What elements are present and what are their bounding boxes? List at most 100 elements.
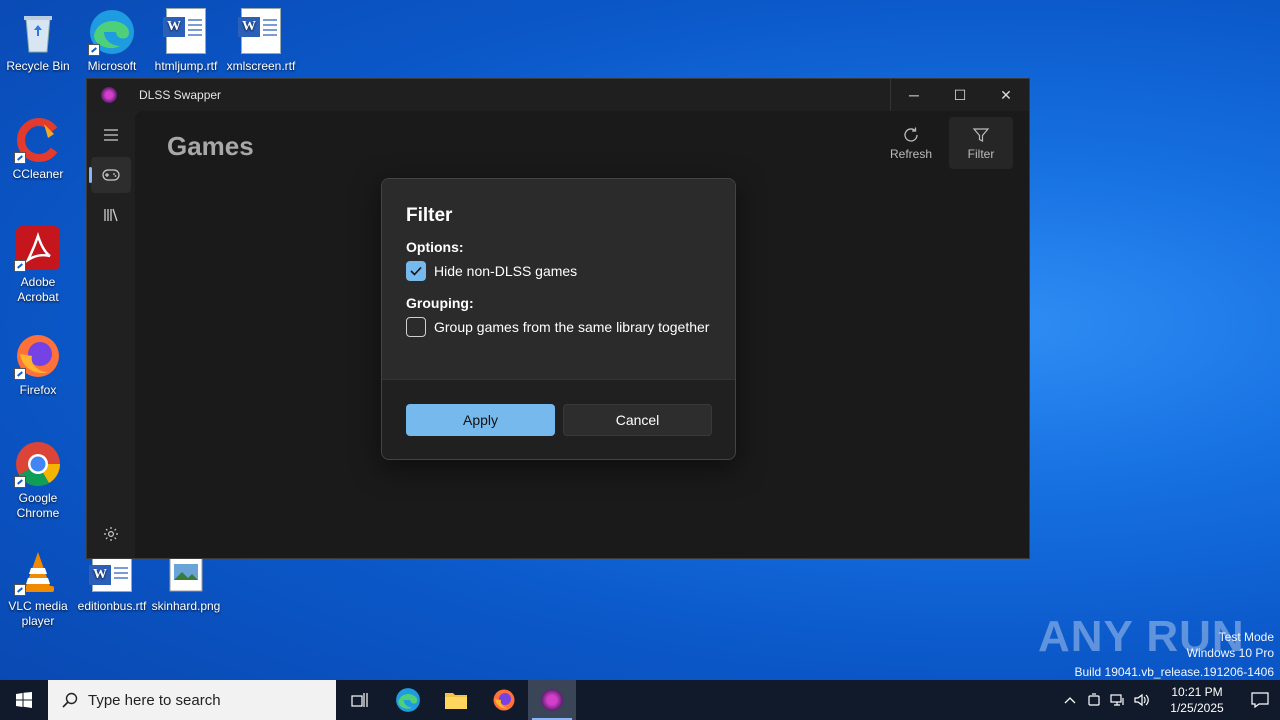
taskbar-search-box[interactable]: Type here to search xyxy=(48,680,336,720)
desktop-icon-label: Google Chrome xyxy=(16,491,60,520)
tray-app-button[interactable] xyxy=(1082,693,1106,707)
chevron-up-icon xyxy=(1064,697,1076,704)
chrome-icon xyxy=(14,440,62,488)
desktop-icon-vlc[interactable]: VLC media player xyxy=(0,548,76,629)
notification-icon xyxy=(1251,692,1269,708)
filter-label: Filter xyxy=(967,146,995,161)
start-button[interactable] xyxy=(0,680,48,720)
refresh-label: Refresh xyxy=(889,146,933,161)
taskbar-firefox[interactable] xyxy=(480,680,528,720)
desktop-icon-editionbus[interactable]: W editionbus.rtf xyxy=(74,556,150,614)
desktop-icon-recycle-bin[interactable]: Recycle Bin xyxy=(0,8,76,74)
desktop-icon-htmljump[interactable]: W htmljump.rtf xyxy=(148,8,224,74)
folder-icon xyxy=(445,693,467,709)
clock-date: 1/25/2025 xyxy=(1170,701,1224,715)
desktop-icon-label: Recycle Bin xyxy=(6,59,70,73)
firefox-icon xyxy=(493,689,515,711)
hamburger-menu-button[interactable] xyxy=(91,117,131,153)
grouping-label: Grouping: xyxy=(406,295,474,311)
action-center-button[interactable] xyxy=(1240,692,1280,708)
image-file-icon xyxy=(162,556,210,596)
refresh-button[interactable]: Refresh xyxy=(879,117,943,169)
word-document-icon: W xyxy=(162,8,210,56)
desktop-icon-label: VLC media player xyxy=(8,599,68,628)
group-library-checkbox[interactable] xyxy=(406,317,426,337)
window-controls: ─ ☐ ✕ xyxy=(890,79,1029,111)
taskbar-clock[interactable]: 10:21 PM 1/25/2025 xyxy=(1162,684,1232,716)
shortcut-arrow-icon xyxy=(88,44,100,56)
desktop-icon-acrobat[interactable]: Adobe Acrobat xyxy=(0,224,76,305)
recycle-bin-icon xyxy=(14,8,62,56)
desktop-icon-edge[interactable]: Microsoft Edge xyxy=(74,8,150,76)
desktop-icon-firefox[interactable]: Firefox xyxy=(0,332,76,398)
shortcut-arrow-icon xyxy=(14,476,26,488)
filter-dialog: Filter Options: Hide non-DLSS games Grou… xyxy=(381,178,736,460)
taskbar-edge[interactable] xyxy=(384,680,432,720)
hide-non-dlss-checkbox[interactable] xyxy=(406,261,426,281)
page-title: Games xyxy=(167,131,254,161)
desktop-icon-chrome[interactable]: Google Chrome xyxy=(0,440,76,521)
window-title: DLSS Swapper xyxy=(139,88,222,102)
taskbar-file-explorer[interactable] xyxy=(432,680,480,720)
group-library-checkbox-row[interactable]: Group games from the same library togeth… xyxy=(406,317,711,337)
desktop-icon-xmlscreen[interactable]: W xmlscreen.rtf xyxy=(223,8,299,74)
vlc-cone-icon xyxy=(14,548,62,596)
desktop-icon-label: Adobe Acrobat xyxy=(17,275,59,304)
settings-gear-icon xyxy=(104,527,118,541)
close-button[interactable]: ✕ xyxy=(983,79,1029,111)
minimize-button[interactable]: ─ xyxy=(891,79,937,111)
filter-button[interactable]: Filter xyxy=(949,117,1013,169)
navigation-rail xyxy=(87,111,135,558)
taskbar: Type here to search 10:21 PM 1/25/2025 xyxy=(0,680,1280,720)
ccleaner-icon xyxy=(14,116,62,164)
desktop-icon-ccleaner[interactable]: CCleaner xyxy=(0,116,76,182)
desktop-icon-label: xmlscreen.rtf xyxy=(226,59,296,73)
dialog-button-bar: Apply Cancel xyxy=(382,379,735,459)
hide-non-dlss-checkbox-row[interactable]: Hide non-DLSS games xyxy=(406,261,711,281)
desktop-icon-label: Firefox xyxy=(19,383,57,397)
dlss-swapper-logo-icon xyxy=(101,87,117,103)
volume-button[interactable] xyxy=(1130,693,1154,707)
speaker-icon xyxy=(1134,693,1149,707)
network-button[interactable] xyxy=(1106,693,1130,707)
firefox-icon xyxy=(14,332,62,380)
gamepad-icon xyxy=(102,169,120,181)
taskbar-dlss-swapper[interactable] xyxy=(528,680,576,720)
search-icon xyxy=(62,692,78,708)
group-library-label: Group games from the same library togeth… xyxy=(434,319,710,335)
word-document-icon: W xyxy=(237,8,285,56)
desktop-icon-label: CCleaner xyxy=(12,167,64,181)
adobe-acrobat-icon xyxy=(14,224,62,272)
cancel-button[interactable]: Cancel xyxy=(563,404,712,436)
build-text: Build 19041.vb_release.191206-1406 xyxy=(1074,665,1275,679)
apply-button[interactable]: Apply xyxy=(406,404,555,436)
nav-item-settings[interactable] xyxy=(91,516,131,552)
test-mode-text: Test Mode xyxy=(1218,630,1274,644)
network-icon xyxy=(1110,694,1124,706)
task-view-icon xyxy=(351,693,368,707)
show-hidden-icons-button[interactable] xyxy=(1058,696,1082,704)
shortcut-arrow-icon xyxy=(14,368,26,380)
desktop-icon-label: skinhard.png xyxy=(151,599,221,613)
shortcut-arrow-icon xyxy=(14,260,26,272)
maximize-button[interactable]: ☐ xyxy=(937,79,983,111)
checkmark-icon xyxy=(410,266,422,276)
dlss-swapper-logo-icon xyxy=(541,689,563,711)
search-placeholder: Type here to search xyxy=(88,691,221,709)
windows-logo-icon xyxy=(16,692,32,708)
windows-edition-text: Windows 10 Pro xyxy=(1186,646,1274,660)
shortcut-arrow-icon xyxy=(14,584,26,596)
device-icon xyxy=(1088,693,1100,706)
library-icon xyxy=(104,208,118,222)
title-bar[interactable]: DLSS Swapper ─ ☐ ✕ xyxy=(87,79,1029,111)
nav-item-games[interactable] xyxy=(89,157,131,193)
refresh-icon xyxy=(904,127,918,142)
desktop-icon-label: htmljump.rtf xyxy=(154,59,218,73)
nav-item-library[interactable] xyxy=(91,197,131,233)
hamburger-menu-icon xyxy=(104,129,118,141)
desktop-icon-skinhard[interactable]: skinhard.png xyxy=(148,556,224,614)
filter-icon xyxy=(972,127,990,142)
clock-time: 10:21 PM xyxy=(1171,685,1223,699)
task-view-button[interactable] xyxy=(336,680,384,720)
dialog-title: Filter xyxy=(406,205,453,226)
